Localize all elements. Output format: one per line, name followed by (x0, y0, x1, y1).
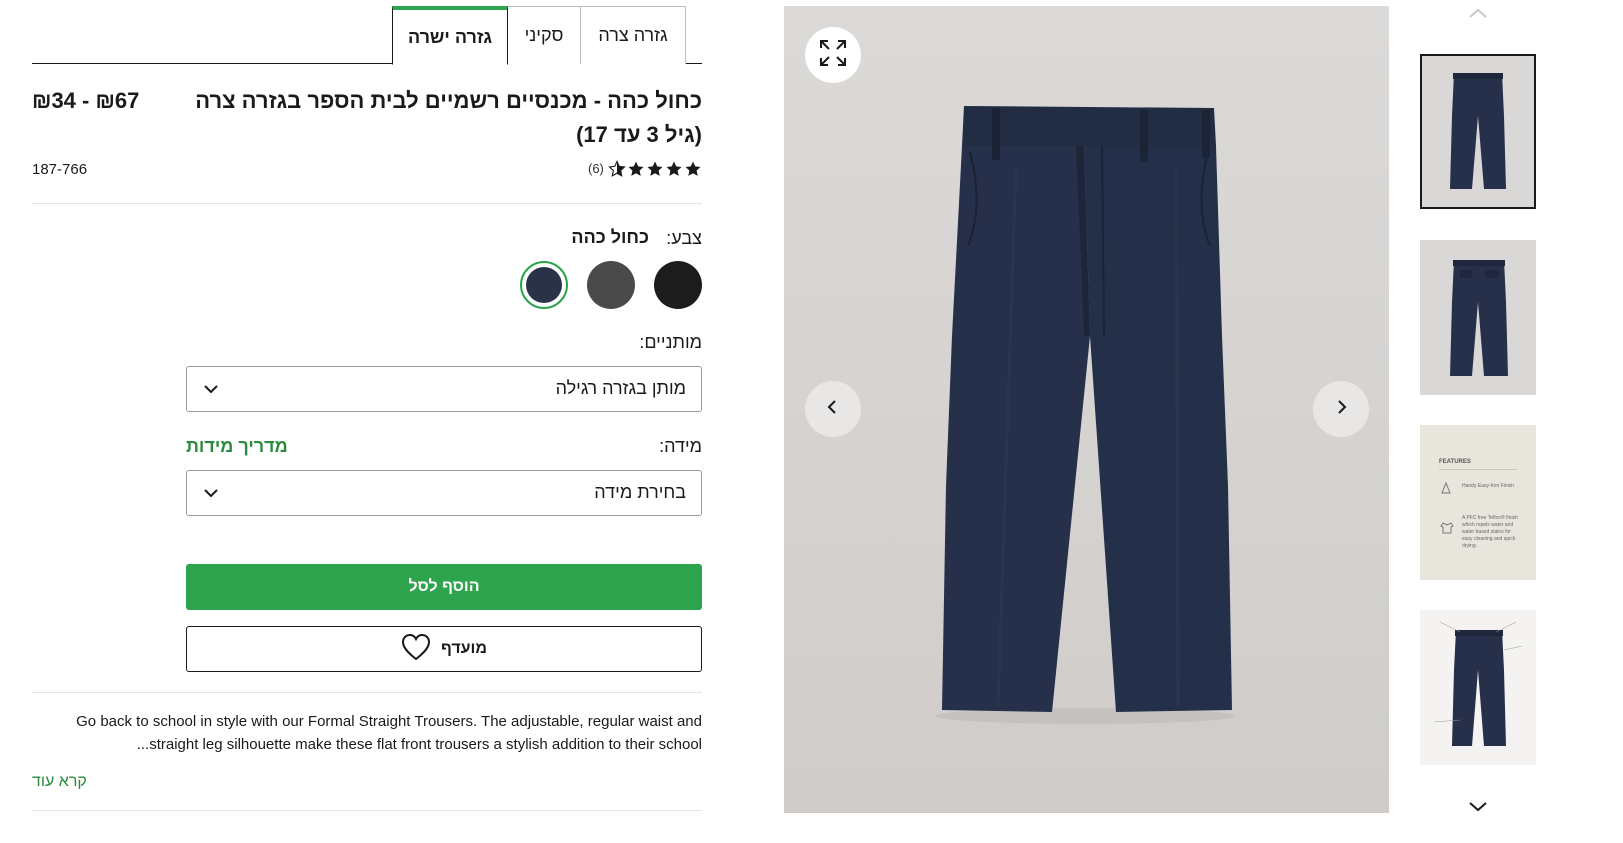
tab-label: גזרה ישרה (407, 26, 493, 47)
review-count[interactable]: (6) (588, 161, 604, 176)
product-price: ₪34 - ₪67 (32, 88, 140, 113)
favourite-button[interactable]: מועדף (186, 626, 702, 672)
thumbnail-4-details[interactable] (1420, 610, 1536, 765)
expand-button[interactable] (805, 27, 861, 83)
color-label: צבע: (666, 228, 702, 248)
star-icon (646, 160, 664, 182)
star-icon (665, 160, 683, 182)
rating-stars[interactable] (560, 160, 702, 180)
chevron-down-icon (201, 379, 221, 399)
prev-image-button[interactable] (805, 381, 861, 437)
size-guide-link[interactable]: מדריך מידות (186, 436, 288, 457)
product-sku: 187-766 (32, 161, 88, 178)
size-select-placeholder: בחירת מידה (594, 482, 686, 502)
waist-select-value: מותן בגזרה רגילה (555, 378, 686, 398)
features-line-2: A PFC free Teflon® finish which repels w… (1462, 515, 1518, 549)
swatch-navy[interactable] (520, 261, 568, 309)
swatch-black[interactable] (654, 261, 702, 309)
star-half-icon (608, 160, 626, 182)
iron-icon (1440, 481, 1452, 500)
tab-label: סקיני (524, 25, 564, 45)
divider (32, 203, 702, 204)
next-image-button[interactable] (1313, 381, 1369, 437)
product-title: כחול כהה - מכנסיים רשמיים לבית הספר בגזר… (195, 88, 702, 147)
thumbnail-2[interactable] (1420, 240, 1536, 395)
star-icon (684, 160, 702, 182)
main-product-image[interactable] (784, 6, 1389, 813)
heart-icon (401, 633, 431, 666)
chevron-right-icon (1333, 399, 1349, 420)
size-label: מידה: (659, 436, 702, 456)
chevron-up-icon (1466, 8, 1490, 30)
favourite-label: מועדף (441, 640, 487, 657)
thumbnail-trousers-image (1422, 56, 1534, 207)
product-description: Go back to school in style with our Form… (76, 713, 702, 753)
features-line-1: Handy Easy-Iron Finish (1462, 483, 1514, 489)
stars (608, 160, 702, 182)
chevron-left-icon (825, 399, 841, 420)
size-select[interactable]: בחירת מידה (186, 470, 702, 516)
thumbnail-details-image (1420, 610, 1536, 765)
expand-icon (818, 38, 848, 73)
add-to-cart-button[interactable]: הוסף לסל (186, 564, 702, 610)
chevron-down-icon (201, 483, 221, 503)
tab-label: גזרה צרה (598, 25, 668, 45)
waist-select[interactable]: מותן בגזרה רגילה (186, 366, 702, 412)
divider (32, 810, 702, 811)
color-selected-value: כחול כהה (571, 227, 649, 247)
divider (32, 692, 702, 693)
features-divider (1439, 469, 1517, 470)
swatch-grey[interactable] (587, 261, 635, 309)
chevron-down-icon (1466, 802, 1490, 822)
thumbnail-trousers-back-image (1420, 240, 1536, 395)
features-heading: FEATURES (1439, 459, 1471, 465)
trousers-illustration (784, 6, 1389, 813)
thumbnails-up-button[interactable] (1466, 2, 1490, 26)
tab-skinny[interactable]: סקיני (507, 6, 581, 64)
shirt-icon (1440, 521, 1454, 540)
star-icon (627, 160, 645, 182)
tab-slim[interactable]: גזרה צרה (580, 6, 686, 64)
thumbnails-down-button[interactable] (1466, 794, 1490, 818)
waist-label: מותניים: (639, 332, 702, 352)
add-to-cart-label: הוסף לסל (408, 578, 480, 595)
thumbnail-3-features[interactable]: FEATURES Handy Easy-Iron Finish A PFC fr… (1420, 425, 1536, 580)
tab-straight[interactable]: גזרה ישרה (392, 6, 508, 65)
read-more-link[interactable]: קרא עוד (32, 773, 87, 791)
thumbnail-1[interactable] (1420, 54, 1536, 209)
